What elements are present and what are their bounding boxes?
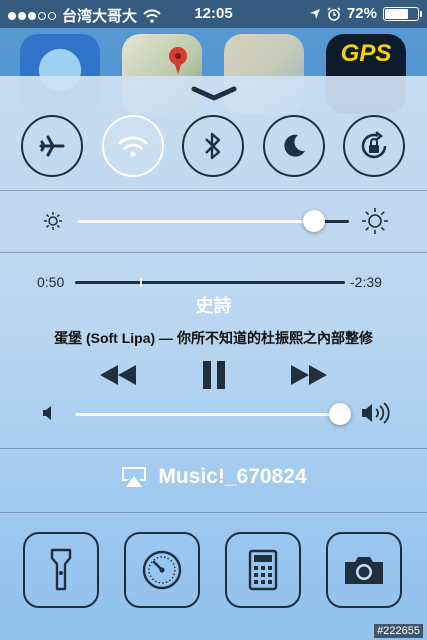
control-center: 0:50 -2:39 史詩 蛋堡 (Soft Lipa) — 你所不知道的杜振熙… [0,76,427,640]
timer-icon [142,550,182,590]
volume-low-icon [43,406,51,420]
location-icon [309,8,320,19]
chevron-down-icon[interactable] [191,86,237,102]
rotation-lock-toggle[interactable] [343,115,405,177]
brightness-low-icon [44,212,62,230]
volume-slider[interactable] [75,413,345,416]
remaining-time: -2:39 [350,274,382,290]
divider [0,252,427,253]
status-right: 72% [309,5,422,22]
battery-icon [383,6,422,21]
camera-button[interactable] [326,532,402,608]
divider [0,512,427,513]
moon-icon [284,134,305,157]
fast-forward-icon [291,365,327,385]
brightness-high-icon [362,208,388,234]
playback-scrubber[interactable] [75,278,345,287]
bluetooth-toggle[interactable] [182,115,244,177]
bluetooth-icon [205,132,221,160]
divider [0,190,427,191]
alarm-icon [327,6,341,21]
airplay-button[interactable]: Music!_670824 [0,465,427,489]
do-not-disturb-toggle[interactable] [263,115,325,177]
previous-track-button[interactable] [98,360,138,390]
watermark: #222655 [374,624,423,638]
airplane-icon [39,135,65,157]
calculator-button[interactable] [225,532,301,608]
timer-button[interactable] [124,532,200,608]
divider [0,448,427,449]
elapsed-time: 0:50 [37,274,65,290]
battery-percent: 72% [346,5,377,22]
flashlight-button[interactable] [23,532,99,608]
rewind-icon [100,365,136,385]
airplane-mode-toggle[interactable] [21,115,83,177]
battery-fill [385,8,409,19]
status-bar: 台湾大哥大 12:05 72% [0,0,427,28]
calculator-icon [248,549,278,591]
brightness-slider-knob[interactable] [302,210,325,232]
pause-button[interactable] [197,360,231,390]
next-track-button[interactable] [289,360,329,390]
wifi-toggle[interactable] [102,115,164,177]
camera-icon [345,557,383,584]
wifi-icon [118,136,148,157]
song-artist-album: 蛋堡 (Soft Lipa) — 你所不知道的杜振熙之內部整修 [54,330,373,346]
rotation-lock-icon [361,131,387,159]
song-title: 史詩 [195,296,232,316]
airplay-device-label: Music!_670824 [158,465,307,488]
volume-slider-knob[interactable] [328,403,351,425]
volume-high-icon [362,402,390,424]
airplay-icon [122,467,147,487]
pause-icon [203,361,225,389]
flashlight-icon [50,548,72,591]
